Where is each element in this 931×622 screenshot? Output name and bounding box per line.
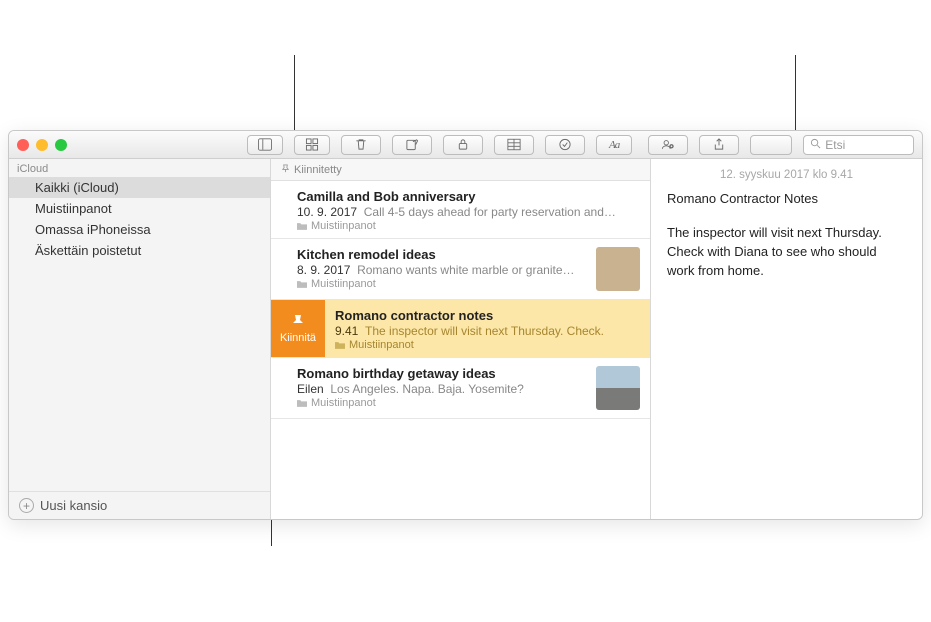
window-controls <box>17 139 67 151</box>
search-field[interactable]: Etsi <box>803 135 914 155</box>
sidebar-account-header: iCloud <box>9 159 270 177</box>
zoom-window-button[interactable] <box>55 139 67 151</box>
grid-icon <box>305 138 319 151</box>
note-row[interactable]: Kiinnitä Romano contractor notes 9.41 Th… <box>271 300 650 358</box>
new-note-button[interactable] <box>392 135 432 155</box>
sidebar-icon <box>258 138 272 151</box>
sidebar-list: Kaikki (iCloud) Muistiinpanot Omassa iPh… <box>9 177 270 491</box>
callout-line <box>795 55 796 130</box>
lock-icon <box>456 138 470 151</box>
table-icon <box>507 138 521 151</box>
share-icon <box>712 138 726 151</box>
trash-icon <box>354 138 368 151</box>
search-placeholder: Etsi <box>825 138 845 152</box>
add-people-icon <box>661 138 675 151</box>
notes-window: Aa Etsi iCloud Kaikki (iCloud) Muistiinp… <box>8 130 923 520</box>
note-thumbnail <box>596 247 640 291</box>
note-folder: Muistiinpanot <box>297 220 640 232</box>
note-folder: Muistiinpanot <box>297 397 582 409</box>
note-detail: 12. syyskuu 2017 klo 9.41 Romano Contrac… <box>651 159 922 519</box>
delete-note-button[interactable] <box>341 135 381 155</box>
pin-icon <box>281 164 290 176</box>
note-row[interactable]: Kitchen remodel ideas 8. 9. 2017 Romano … <box>271 239 650 300</box>
note-meta: 8. 9. 2017 Romano wants white marble or … <box>297 263 582 277</box>
content-area: iCloud Kaikki (iCloud) Muistiinpanot Oma… <box>9 159 922 519</box>
view-grid-button[interactable] <box>294 135 330 155</box>
checklist-button[interactable] <box>545 135 585 155</box>
note-detail-body[interactable]: The inspector will visit next Thursday. … <box>667 224 906 281</box>
compose-icon <box>405 138 419 151</box>
toggle-sidebar-button[interactable] <box>247 135 283 155</box>
new-folder-label: Uusi kansio <box>40 498 107 513</box>
callout-line <box>294 55 295 130</box>
new-folder-button[interactable]: + Uusi kansio <box>9 491 270 519</box>
notes-list: Kiinnitetty Camilla and Bob anniversary … <box>271 159 651 519</box>
note-thumbnail <box>596 366 640 410</box>
note-folder: Muistiinpanot <box>335 339 640 351</box>
checklist-icon <box>558 138 572 151</box>
format-button[interactable]: Aa <box>596 135 632 155</box>
note-meta: Eilen Los Angeles. Napa. Baja. Yosemite? <box>297 382 582 396</box>
sidebar-item-all-icloud[interactable]: Kaikki (iCloud) <box>9 177 270 198</box>
pinned-header: Kiinnitetty <box>271 159 650 181</box>
format-icon: Aa <box>609 139 619 151</box>
titlebar: Aa Etsi <box>9 131 922 159</box>
lock-note-button[interactable] <box>443 135 483 155</box>
add-people-button[interactable] <box>648 135 688 155</box>
pin-action[interactable]: Kiinnitä <box>271 300 325 357</box>
sidebar-item-notes[interactable]: Muistiinpanot <box>9 198 270 219</box>
plus-icon: + <box>19 498 34 513</box>
pin-icon <box>290 314 306 330</box>
note-row[interactable]: Camilla and Bob anniversary 10. 9. 2017 … <box>271 181 650 239</box>
note-row[interactable]: Romano birthday getaway ideas Eilen Los … <box>271 358 650 419</box>
note-title: Romano contractor notes <box>335 308 640 323</box>
toolbar-segment[interactable] <box>750 135 792 155</box>
note-folder: Muistiinpanot <box>297 278 582 290</box>
note-detail-date: 12. syyskuu 2017 klo 9.41 <box>667 169 906 181</box>
note-meta: 9.41 The inspector will visit next Thurs… <box>335 324 640 338</box>
note-meta: 10. 9. 2017 Call 4-5 days ahead for part… <box>297 205 640 219</box>
sidebar-item-recently-deleted[interactable]: Äskettäin poistetut <box>9 240 270 261</box>
minimize-window-button[interactable] <box>36 139 48 151</box>
search-icon <box>810 138 821 152</box>
close-window-button[interactable] <box>17 139 29 151</box>
note-title: Romano birthday getaway ideas <box>297 366 582 381</box>
sidebar-item-on-my-iphone[interactable]: Omassa iPhoneissa <box>9 219 270 240</box>
table-button[interactable] <box>494 135 534 155</box>
note-title: Kitchen remodel ideas <box>297 247 582 262</box>
note-detail-title[interactable]: Romano Contractor Notes <box>667 191 906 206</box>
share-button[interactable] <box>699 135 739 155</box>
folders-sidebar: iCloud Kaikki (iCloud) Muistiinpanot Oma… <box>9 159 271 519</box>
note-title: Camilla and Bob anniversary <box>297 189 640 204</box>
